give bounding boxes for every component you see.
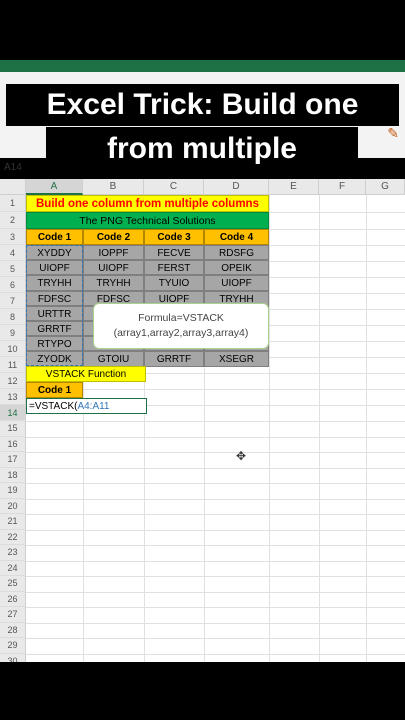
row-header-6[interactable]: 6 xyxy=(0,277,26,293)
formula-range: A4:A11 xyxy=(77,401,110,412)
column-header-f[interactable]: F xyxy=(319,179,366,195)
grid-line xyxy=(26,653,405,655)
tooltip-line-2: (array1,array2,array3,array4) xyxy=(113,327,249,339)
table-cell[interactable]: FECVE xyxy=(144,245,204,261)
formula-cell[interactable]: =VSTACK(A4:A11 xyxy=(26,398,147,414)
row-header-10[interactable]: 10 xyxy=(0,341,26,357)
row-header-19[interactable]: 19 xyxy=(0,483,26,499)
formula-prefix: =VSTACK( xyxy=(29,401,78,412)
grid-line xyxy=(26,607,405,608)
row-header-15[interactable]: 15 xyxy=(0,421,26,437)
row-header-4[interactable]: 4 xyxy=(0,245,26,261)
result-header-cell[interactable]: Code 1 xyxy=(26,382,83,398)
table-header-code3[interactable]: Code 3 xyxy=(144,229,204,245)
grid-line xyxy=(26,514,405,515)
column-header-b[interactable]: B xyxy=(83,179,144,195)
row-header-28[interactable]: 28 xyxy=(0,622,26,638)
grid-line xyxy=(26,452,405,453)
title-cell[interactable]: Build one column from multiple columns xyxy=(26,195,269,212)
crosshair-cursor-icon: ✥ xyxy=(236,449,247,463)
row-header-23[interactable]: 23 xyxy=(0,545,26,561)
vstack-label-cell[interactable]: VSTACK Function xyxy=(26,366,146,382)
tooltip-line-1: Formula=VSTACK xyxy=(138,312,224,324)
row-header-29[interactable]: 29 xyxy=(0,638,26,654)
row-header-14[interactable]: 14 xyxy=(0,405,26,421)
column-header-d[interactable]: D xyxy=(204,179,269,195)
grid-line xyxy=(26,560,405,562)
row-header-16[interactable]: 16 xyxy=(0,436,26,452)
grid-line xyxy=(26,498,405,500)
select-all-corner[interactable] xyxy=(0,179,26,195)
table-cell[interactable]: GRRTF xyxy=(144,351,204,367)
video-title-line-2: from multiple columns. xyxy=(46,127,358,209)
table-cell[interactable]: TRYHH xyxy=(83,275,144,291)
grid-line xyxy=(26,467,405,469)
row-header-9[interactable]: 9 xyxy=(0,325,26,341)
copy-range-highlight xyxy=(26,245,83,366)
table-cell[interactable]: UIOPF xyxy=(204,275,269,291)
row-header-25[interactable]: 25 xyxy=(0,576,26,592)
row-header-21[interactable]: 21 xyxy=(0,514,26,530)
grid-line xyxy=(26,622,405,624)
row-header-22[interactable]: 22 xyxy=(0,529,26,545)
video-bottom-bar xyxy=(0,662,405,720)
row-header-30[interactable]: 30 xyxy=(0,653,26,662)
table-cell[interactable]: RDSFG xyxy=(204,245,269,261)
spreadsheet-grid[interactable]: A B C D E F G 1 2 3 4 5 6 7 8 9 10 11 12 13 14 15 16 17 1… xyxy=(0,179,405,662)
row-header-11[interactable]: 11 xyxy=(0,357,26,373)
paint-bucket-icon[interactable]: ✎ xyxy=(387,125,399,142)
column-header-c[interactable]: C xyxy=(144,179,204,195)
row-header-7[interactable]: 7 xyxy=(0,293,26,309)
table-cell[interactable]: GTOIU xyxy=(83,351,144,367)
formula-tooltip: Formula=VSTACK (array1,array2,array3,arr… xyxy=(93,303,269,349)
grid-line xyxy=(26,638,405,639)
table-cell[interactable]: UIOPF xyxy=(83,260,144,276)
row-header-8[interactable]: 8 xyxy=(0,309,26,325)
row-header-13[interactable]: 13 xyxy=(0,389,26,405)
name-box[interactable]: A14 xyxy=(0,160,64,176)
video-top-bar xyxy=(0,0,405,60)
row-header-18[interactable]: 18 xyxy=(0,467,26,483)
row-header-3[interactable]: 3 xyxy=(0,229,26,245)
video-title-line-1: Excel Trick: Build one column xyxy=(6,84,399,163)
table-header-code2[interactable]: Code 2 xyxy=(83,229,144,245)
table-cell[interactable]: IOPPF xyxy=(83,245,144,261)
grid-line xyxy=(26,545,405,546)
table-cell[interactable]: XSEGR xyxy=(204,351,269,367)
column-header-g[interactable]: G xyxy=(366,179,405,195)
column-header-e[interactable]: E xyxy=(269,179,319,195)
table-header-code1[interactable]: Code 1 xyxy=(26,229,83,245)
row-header-2[interactable]: 2 xyxy=(0,212,26,229)
table-cell[interactable]: TYUIO xyxy=(144,275,204,291)
table-header-code4[interactable]: Code 4 xyxy=(204,229,269,245)
subtitle-cell[interactable]: The PNG Technical Solutions xyxy=(26,212,269,229)
table-cell[interactable]: FERST xyxy=(144,260,204,276)
row-header-5[interactable]: 5 xyxy=(0,261,26,277)
row-header-27[interactable]: 27 xyxy=(0,607,26,623)
grid-line xyxy=(26,529,405,531)
grid-line xyxy=(26,421,405,422)
grid-line xyxy=(26,436,405,438)
row-header-12[interactable]: 12 xyxy=(0,373,26,389)
row-header-20[interactable]: 20 xyxy=(0,498,26,514)
excel-title-strip xyxy=(0,60,405,72)
row-header-1[interactable]: 1 xyxy=(0,195,26,212)
table-cell[interactable]: OPEIK xyxy=(204,260,269,276)
row-header-17[interactable]: 17 xyxy=(0,452,26,468)
row-header-24[interactable]: 24 xyxy=(0,560,26,576)
column-header-a[interactable]: A xyxy=(26,179,83,195)
grid-line xyxy=(26,483,405,484)
grid-line xyxy=(26,576,405,577)
row-header-26[interactable]: 26 xyxy=(0,591,26,607)
grid-line xyxy=(26,591,405,593)
